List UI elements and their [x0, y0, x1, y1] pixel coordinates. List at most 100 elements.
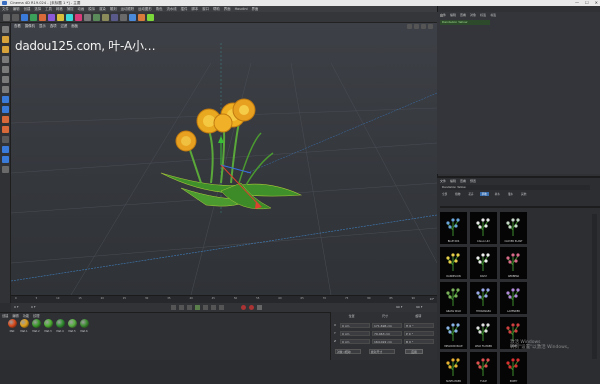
left-tool-13-icon[interactable]: [2, 156, 9, 163]
coords-size-field[interactable]: 79.463 cm: [372, 330, 402, 336]
object-menu-3[interactable]: 对象: [470, 13, 476, 17]
left-tool-9-icon[interactable]: [2, 116, 9, 123]
asset-tab-5[interactable]: 灌木: [506, 192, 515, 196]
coords-rot-field[interactable]: H 0 °: [404, 322, 434, 328]
asset-thumbnail[interactable]: GERBERA: [500, 247, 527, 279]
asset-tab-0[interactable]: 全部: [440, 192, 449, 196]
material-ball[interactable]: [32, 319, 41, 328]
asset-menu-3[interactable]: 预置: [470, 179, 476, 183]
material-menu-2[interactable]: 功能: [23, 313, 29, 318]
scale-icon[interactable]: [39, 14, 46, 21]
move-icon[interactable]: [30, 14, 37, 21]
left-tool-0-icon[interactable]: [2, 26, 9, 33]
asset-path-field[interactable]: Dandelion Yellow: [440, 185, 590, 190]
render-view-icon[interactable]: [102, 14, 109, 21]
render-settings-icon[interactable]: [120, 14, 127, 21]
asset-thumbnail[interactable]: WILD FLOWER: [470, 317, 497, 349]
coords-size-field[interactable]: 164.022 cm: [372, 338, 402, 344]
asset-thumbnail[interactable]: LAVENDER: [500, 282, 527, 314]
prev-frame-icon[interactable]: [187, 305, 192, 310]
asset-thumbnail[interactable]: CALLA LILY: [470, 212, 497, 244]
left-tool-2-icon[interactable]: [2, 46, 9, 53]
material-ball[interactable]: [80, 319, 89, 328]
object-menu-2[interactable]: 查看: [460, 13, 466, 17]
start-frame-field[interactable]: 0 F: [14, 305, 19, 309]
asset-menu-2[interactable]: 查看: [460, 179, 466, 183]
left-tool-1-icon[interactable]: [2, 36, 9, 43]
left-tool-8-icon[interactable]: [2, 106, 9, 113]
object-row-dandelion[interactable]: Dandelion Yellow: [440, 20, 490, 25]
left-tool-14-icon[interactable]: [2, 166, 9, 173]
object-menu-4[interactable]: 标签: [480, 13, 486, 17]
coord-icon[interactable]: [93, 14, 100, 21]
asset-thumbnail[interactable]: BLUE IRIS: [440, 212, 467, 244]
asset-tab-1[interactable]: 植物: [453, 192, 462, 196]
coords-size-field[interactable]: 171.696 cm: [372, 322, 402, 328]
asset-thumbnail[interactable]: CLOVER PLANT: [500, 212, 527, 244]
coords-rot-field[interactable]: B 0 °: [404, 338, 434, 344]
asset-thumbnail[interactable]: DAISY: [470, 247, 497, 279]
left-tool-12-icon[interactable]: [2, 146, 9, 153]
left-tool-11-icon[interactable]: [2, 136, 9, 143]
material-ball[interactable]: [56, 319, 65, 328]
left-tool-7-icon[interactable]: [2, 96, 9, 103]
timeline-ruler[interactable]: 0 5 10 15 20 25 30 35 40 45 50 55 60 65 70 75 80 85 90 0 F: [11, 295, 437, 303]
asset-menu-1[interactable]: 编辑: [450, 179, 456, 183]
asset-thumbnail[interactable]: GRASS WILD: [440, 282, 467, 314]
autokey-icon[interactable]: [249, 305, 254, 310]
coords-pos-field[interactable]: 0 cm: [340, 322, 370, 328]
material-menu-1[interactable]: 编辑: [12, 313, 18, 318]
next-frame-icon[interactable]: [203, 305, 208, 310]
asset-thumbnail[interactable]: MEADOW BLUE: [440, 317, 467, 349]
next-key-icon[interactable]: [211, 305, 216, 310]
left-tool-4-icon[interactable]: [2, 66, 9, 73]
material-ball[interactable]: [68, 319, 77, 328]
asset-thumbnail[interactable]: TULIP: [470, 352, 497, 384]
asset-menu-0[interactable]: 文件: [440, 179, 446, 183]
spline-icon[interactable]: [138, 14, 145, 21]
apply-button[interactable]: 应用: [405, 349, 423, 354]
material-menu-3[interactable]: 纹理: [33, 313, 39, 318]
z-axis-icon[interactable]: [84, 14, 91, 21]
asset-tab-3[interactable]: 草地: [479, 192, 489, 196]
material-ball[interactable]: [44, 319, 53, 328]
left-tool-10-icon[interactable]: [2, 126, 9, 133]
asset-thumbnail[interactable]: POPPY: [500, 352, 527, 384]
material-ball[interactable]: [8, 319, 17, 328]
asset-tab-6[interactable]: 其他: [519, 192, 528, 196]
x-axis-icon[interactable]: [66, 14, 73, 21]
coords-pos-field[interactable]: 0 cm: [340, 338, 370, 344]
coords-mode-select[interactable]: 对象 (相对): [335, 349, 361, 354]
coords-pos-field[interactable]: 0 cm: [340, 330, 370, 336]
end-frame-field[interactable]: 90 F: [396, 305, 403, 309]
left-tool-6-icon[interactable]: [2, 86, 9, 93]
play-icon[interactable]: [195, 305, 200, 310]
redo-icon[interactable]: [12, 14, 19, 21]
goto-end-icon[interactable]: [219, 305, 224, 310]
rotate-icon[interactable]: [48, 14, 55, 21]
asset-tab-4[interactable]: 树木: [493, 192, 502, 196]
y-axis-icon[interactable]: [75, 14, 82, 21]
material-ball[interactable]: [20, 319, 29, 328]
live-select-icon[interactable]: [57, 14, 64, 21]
left-tool-3-icon[interactable]: [2, 56, 9, 63]
object-menu-1[interactable]: 编辑: [450, 13, 456, 17]
select-icon[interactable]: [21, 14, 28, 21]
key-icon[interactable]: [257, 305, 262, 310]
coords-size-mode-select[interactable]: 绝对尺寸: [369, 349, 395, 354]
undo-icon[interactable]: [3, 14, 10, 21]
asset-thumbnail[interactable]: SUNFLOWER: [440, 352, 467, 384]
viewport[interactable]: 查看 摄像机 显示 选项 过滤 面板 dadou125.com, 叶-A小…: [11, 23, 437, 295]
object-menu-5[interactable]: 书签: [490, 13, 496, 17]
asset-thumbnail[interactable]: DANDELION: [440, 247, 467, 279]
goto-start-icon[interactable]: [171, 305, 176, 310]
record-icon[interactable]: [241, 305, 246, 310]
end-frame-field-2[interactable]: 90 F: [416, 305, 423, 309]
asset-thumbnail[interactable]: HYDRANGEA: [470, 282, 497, 314]
asset-scrollbar[interactable]: [592, 214, 597, 359]
nurbs-icon[interactable]: [147, 14, 154, 21]
render-icon[interactable]: [111, 14, 118, 21]
current-frame-field[interactable]: 0 F: [31, 305, 36, 309]
material-menu-0[interactable]: 创建: [2, 313, 8, 318]
prev-key-icon[interactable]: [179, 305, 184, 310]
